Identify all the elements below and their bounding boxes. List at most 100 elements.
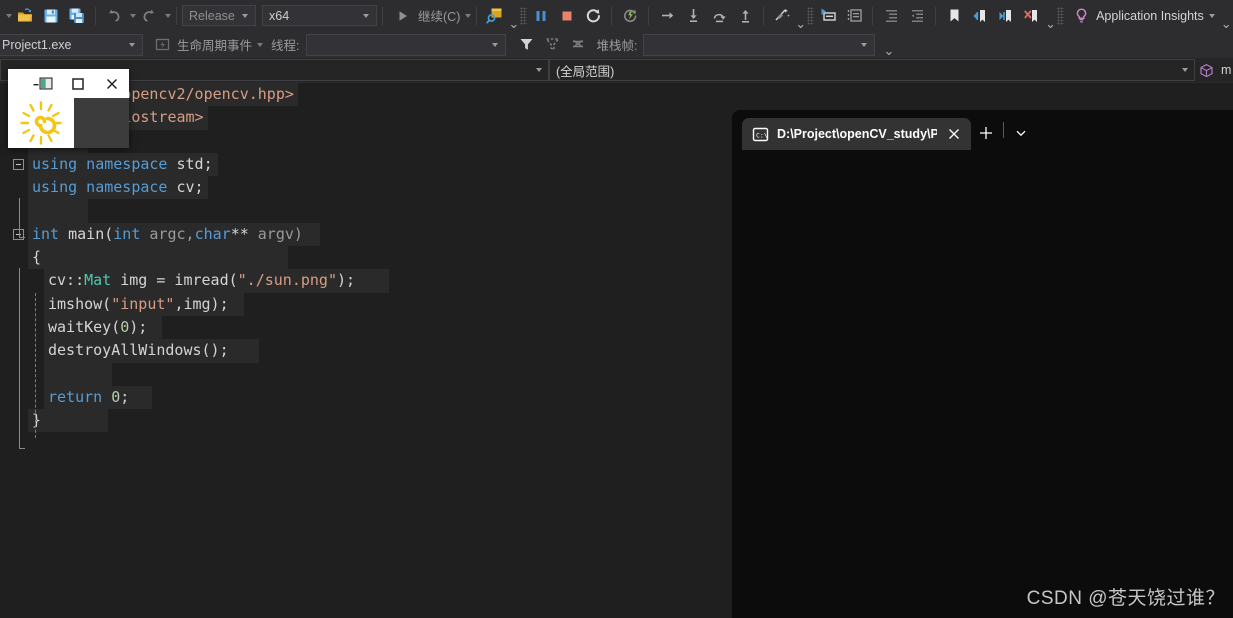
application-insights-caret[interactable] xyxy=(1208,13,1215,18)
thread-combo[interactable] xyxy=(305,33,506,56)
continue-button[interactable] xyxy=(388,4,416,28)
break-all-button[interactable] xyxy=(528,4,554,28)
bookmarks-dropdown-handle[interactable]: ⌄ xyxy=(1045,17,1056,30)
redo-button[interactable] xyxy=(136,4,162,28)
application-insights-overflow-handle[interactable]: ⌄ xyxy=(1221,17,1232,30)
process-combo[interactable]: Project1.exe xyxy=(0,33,143,56)
save-all-icon xyxy=(69,8,84,23)
line-open-brace[interactable]: { xyxy=(0,246,733,270)
stop-debugging-button[interactable] xyxy=(554,4,580,28)
line-main-signature[interactable]: int main(int argc,char** argv) xyxy=(0,222,733,247)
toolbar-grip-1[interactable] xyxy=(520,6,528,25)
visual-studio-window: Release x64 继续(C) ⌄ ⌄ ⌄ Application Insi… xyxy=(0,0,1233,618)
previous-bookmark-icon xyxy=(973,9,986,22)
step-into-button[interactable] xyxy=(680,4,706,28)
fold-collapse-icon[interactable] xyxy=(13,158,24,170)
code-token: cv; xyxy=(176,178,204,197)
toolbar-grip-3[interactable] xyxy=(1057,6,1065,25)
solution-platform-combo[interactable]: x64 xyxy=(262,5,377,26)
next-bookmark-button[interactable] xyxy=(993,4,1019,28)
clear-thread-filter-button[interactable] xyxy=(540,33,566,57)
debug-location-overflow-handle[interactable]: ⌄ xyxy=(883,44,894,57)
code-token: argv) xyxy=(257,224,303,243)
uncomment-selection-button[interactable] xyxy=(841,4,867,28)
line-imshow[interactable]: imshow("input",img); xyxy=(0,292,733,316)
code-token: int xyxy=(113,224,141,243)
open-folder-icon xyxy=(18,7,32,21)
copilot-cube-icon[interactable] xyxy=(1199,63,1214,78)
diagnostic-tools-button[interactable] xyxy=(769,4,795,28)
chevron-down-icon xyxy=(242,13,248,18)
thread-label: 线程: xyxy=(271,39,300,53)
apply-thread-filter-button[interactable] xyxy=(514,33,540,57)
line-destroy[interactable]: destroyAllWindows(); xyxy=(0,339,733,363)
clear-bookmarks-icon xyxy=(1024,9,1038,22)
line-close-brace[interactable]: } xyxy=(0,409,733,433)
code-token: return xyxy=(48,387,103,406)
lifecycle-events-caret[interactable] xyxy=(257,42,264,47)
previous-bookmark-button[interactable] xyxy=(967,4,993,28)
line-imread[interactable]: cv::Mat img = imread("./sun.png"); xyxy=(0,269,733,293)
maximize-icon xyxy=(72,77,84,90)
lifecycle-events-button[interactable] xyxy=(149,33,175,57)
image-window-close-button[interactable] xyxy=(95,69,129,98)
clear-bookmarks-button[interactable] xyxy=(1019,4,1045,28)
member-scope-combo[interactable]: (全局范围) xyxy=(549,59,1195,81)
chevron-down-icon xyxy=(1016,130,1026,137)
line-return[interactable]: return 0; xyxy=(0,385,733,410)
terminal-tab-dropdown-button[interactable] xyxy=(1006,116,1036,150)
toggle-bookmark-button[interactable] xyxy=(941,4,967,28)
console-icon: C:\ xyxy=(752,126,769,143)
image-window-minimize-button[interactable] xyxy=(27,69,61,98)
main-toolbar: Release x64 继续(C) ⌄ ⌄ ⌄ Application Insi… xyxy=(0,0,1233,31)
hot-reload-button[interactable] xyxy=(617,4,643,28)
attach-to-process-button[interactable] xyxy=(482,4,508,28)
application-insights-button[interactable] xyxy=(1068,4,1094,28)
windows-terminal[interactable]: C:\ D:\Project\openCV_study\Pro xyxy=(732,110,1233,618)
open-file-button[interactable] xyxy=(12,4,38,28)
attach-dropdown-handle[interactable]: ⌄ xyxy=(508,17,519,30)
chevron-down-icon xyxy=(536,68,542,72)
save-all-button[interactable] xyxy=(64,4,90,28)
comment-selection-button[interactable] xyxy=(815,4,841,28)
toolbar-separator-7 xyxy=(763,6,765,25)
undo-button[interactable] xyxy=(101,4,127,28)
terminal-output[interactable] xyxy=(732,150,1233,618)
redo-arrow-icon xyxy=(143,9,154,22)
increase-indent-button[interactable] xyxy=(878,4,904,28)
decrease-indent-button[interactable] xyxy=(904,4,930,28)
toolbar-grip-2[interactable] xyxy=(807,6,815,25)
save-button[interactable] xyxy=(38,4,64,28)
solution-configuration-combo[interactable]: Release xyxy=(182,5,256,26)
terminal-tab-close-button[interactable] xyxy=(941,121,967,147)
chevron-down-icon xyxy=(1182,68,1188,72)
purple-cube-icon xyxy=(1200,63,1213,77)
line-blank-3[interactable] xyxy=(0,362,733,386)
fold-guide-main xyxy=(19,268,20,449)
code-token: ,img); xyxy=(174,294,229,313)
code-token: img = imread( xyxy=(111,271,238,290)
opencv-image-window[interactable] xyxy=(8,69,129,148)
redo-dropdown-caret[interactable] xyxy=(165,13,171,18)
undo-arrow-icon xyxy=(109,9,120,22)
line-using-std[interactable]: using namespace std; xyxy=(0,152,733,177)
code-token: ); xyxy=(129,317,148,336)
show-next-statement-button[interactable] xyxy=(654,4,680,28)
image-window-maximize-button[interactable] xyxy=(61,69,95,98)
diagnostics-dropdown-handle[interactable]: ⌄ xyxy=(795,17,806,30)
toggle-flag-button[interactable] xyxy=(566,33,592,57)
terminal-tab[interactable]: C:\ D:\Project\openCV_study\Pro xyxy=(742,118,971,150)
terminal-new-tab-button[interactable] xyxy=(971,116,1001,150)
continue-dropdown-caret[interactable] xyxy=(465,13,472,18)
line-waitkey[interactable]: waitKey(0); xyxy=(0,315,733,340)
step-out-button[interactable] xyxy=(732,4,758,28)
code-token: imshow( xyxy=(48,294,112,313)
line-blank-2[interactable] xyxy=(0,199,733,223)
stack-frame-combo[interactable] xyxy=(643,33,876,56)
step-over-button[interactable] xyxy=(706,4,732,28)
line-using-cv[interactable]: using namespace cv; xyxy=(0,176,733,200)
restart-button[interactable] xyxy=(580,4,606,28)
code-editor[interactable]: #include <opencv2/opencv.hpp>#include <i… xyxy=(0,83,733,618)
image-window-titlebar[interactable] xyxy=(8,69,129,98)
code-line-text: int main(int argc,char** argv) xyxy=(28,222,320,247)
